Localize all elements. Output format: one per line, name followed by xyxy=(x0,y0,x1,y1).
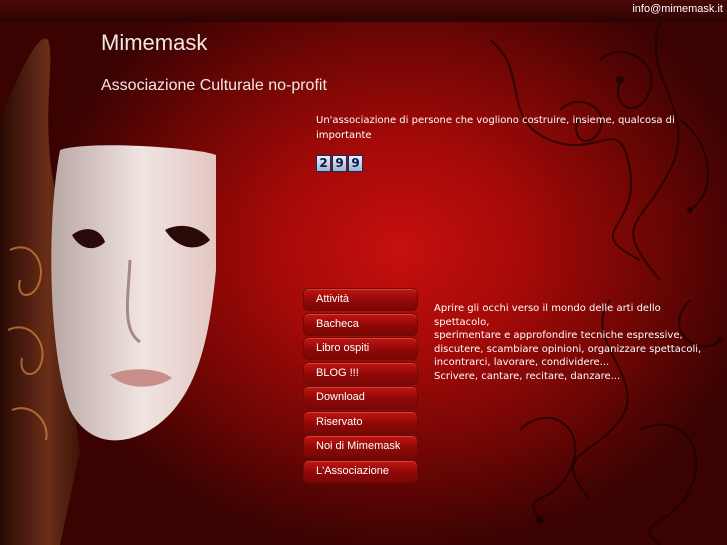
site-title[interactable]: Mimemask xyxy=(101,30,207,56)
description-text: Aprire gli occhi verso il mondo delle ar… xyxy=(434,302,704,384)
description-line: Scrivere, cantare, recitare, danzare... xyxy=(434,370,621,382)
counter-digit: 9 xyxy=(332,155,347,172)
menu-item-attivita[interactable]: Attività xyxy=(303,288,418,311)
menu-item-noi-di-mimemask[interactable]: Noi di Mimemask xyxy=(303,435,418,458)
menu-item-blog[interactable]: BLOG !!! xyxy=(303,361,418,385)
menu-item-riservato[interactable]: Riservato xyxy=(303,410,418,434)
visit-counter: 2 9 9 xyxy=(316,155,363,172)
description-line: Aprire gli occhi verso il mondo delle ar… xyxy=(434,303,661,328)
page-background: info@mimemask.it Mimemask Associazione C… xyxy=(0,0,727,545)
menu-item-bacheca[interactable]: Bacheca xyxy=(303,312,418,336)
menu-item-download[interactable]: Download xyxy=(303,386,418,409)
description-line: sperimentare e approfondire tecniche esp… xyxy=(434,330,702,355)
counter-digit: 9 xyxy=(348,155,363,172)
description-line: incontrarci, lavorare, condividere... xyxy=(434,357,610,369)
menu-item-libro-ospiti[interactable]: Libro ospiti xyxy=(303,337,418,360)
menu-item-associazione[interactable]: L'Associazione xyxy=(303,459,418,483)
site-subtitle: Associazione Culturale no-profit xyxy=(101,77,327,94)
intro-text: Un'associazione di persone che vogliono … xyxy=(316,115,675,141)
swirl-ornament-icon xyxy=(489,19,723,545)
counter-digit: 2 xyxy=(316,155,331,172)
theatre-mask-icon xyxy=(0,38,216,545)
main-menu: Attività Bacheca Libro ospiti BLOG !!! D… xyxy=(303,288,418,484)
